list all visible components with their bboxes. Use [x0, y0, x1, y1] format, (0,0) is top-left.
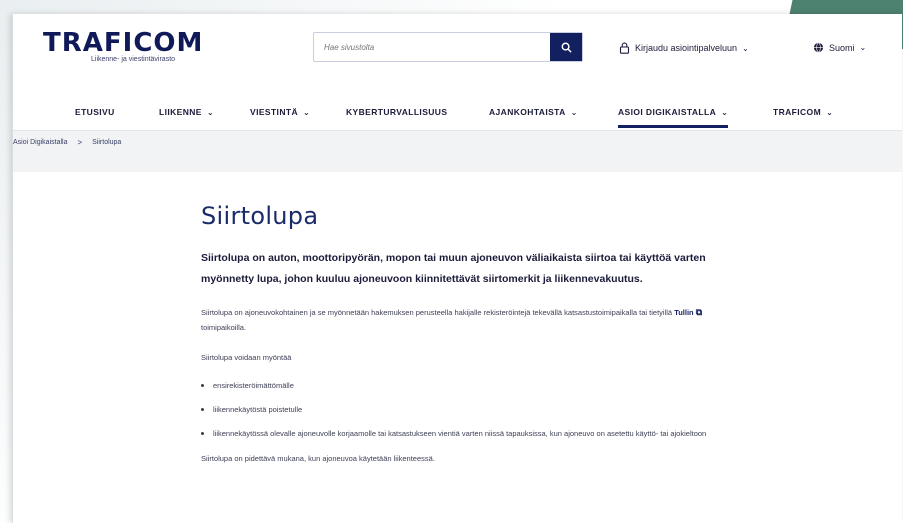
- search-box: [313, 32, 583, 62]
- list-item: ensirekisteröimättömälle: [201, 379, 721, 392]
- nav-item-asioi-digikaistalla[interactable]: ASIOI DIGIKAISTALLA ⌄: [618, 94, 729, 130]
- nav-item-viestinta[interactable]: VIESTINTÄ ⌄: [250, 94, 310, 130]
- screenshot-frame: TRAFICOM Liikenne- ja viestintävirasto H…: [0, 0, 903, 523]
- chevron-down-icon: ⌄: [570, 107, 578, 117]
- chevron-down-icon: ⌄: [303, 107, 311, 117]
- nav-item-label: TRAFICOM: [773, 107, 822, 117]
- paragraph-text: toimipaikoilla.: [201, 323, 247, 332]
- lead-paragraph: Siirtolupa on auton, moottoripyörän, mop…: [201, 252, 706, 285]
- globe-icon: [813, 42, 824, 53]
- search-input[interactable]: [314, 33, 550, 61]
- paragraph-intro: Siirtolupa on ajoneuvokohtainen ja se my…: [201, 305, 721, 335]
- nav-item-traficom[interactable]: TRAFICOM ⌄: [773, 94, 833, 130]
- nav-item-label: KYBERTURVALLISUUS: [346, 107, 448, 117]
- breadcrumb-band: [13, 154, 902, 172]
- list-item: liikennekäytössä olevalle ajoneuvolle ko…: [201, 427, 721, 440]
- nav-item-etusivu[interactable]: ETUSIVU: [75, 94, 115, 130]
- nav-item-label: LIIKENNE: [159, 107, 202, 117]
- chevron-down-icon: ⌄: [742, 43, 749, 53]
- language-label: Suomi: [829, 42, 855, 53]
- breadcrumb-separator: >: [77, 138, 83, 147]
- list-item: liikennekäytöstä poistetulle: [201, 403, 721, 416]
- nav-item-kyberturvallisuus[interactable]: KYBERTURVALLISUUS: [346, 94, 447, 130]
- nav-item-label: ASIOI DIGIKAISTALLA: [618, 107, 717, 117]
- traficom-logo[interactable]: TRAFICOM Liikenne- ja viestintävirasto: [43, 28, 203, 63]
- login-menu[interactable]: Kirjaudu asiointipalveluun ⌄: [619, 42, 749, 54]
- nav-item-label: ETUSIVU: [75, 107, 115, 117]
- breadcrumb-link-asioi-digikaistalla[interactable]: Asioi Digikaistalla: [13, 139, 67, 146]
- breadcrumb: Asioi Digikaistalla > Siirtolupa: [13, 130, 902, 154]
- logo-wordmark: TRAFICOM: [43, 28, 204, 58]
- language-menu[interactable]: Suomi ⌄: [813, 42, 866, 53]
- nav-item-liikenne[interactable]: LIIKENNE ⌄: [159, 94, 214, 130]
- search-button[interactable]: [550, 33, 582, 61]
- chevron-down-icon: ⌄: [721, 107, 729, 117]
- nav-item-ajankohtaista[interactable]: AJANKOHTAISTA ⌄: [489, 94, 578, 130]
- lock-icon: [619, 42, 630, 54]
- paragraph-text: Siirtolupa on ajoneuvokohtainen ja se my…: [201, 308, 673, 317]
- tulli-link[interactable]: Tullin: [674, 308, 693, 317]
- browser-page: TRAFICOM Liikenne- ja viestintävirasto H…: [12, 14, 902, 523]
- nav-item-label: VIESTINTÄ: [250, 107, 298, 117]
- page-title: Siirtolupa: [201, 202, 319, 230]
- login-label: Kirjaudu asiointipalveluun: [635, 43, 738, 53]
- search-icon: [561, 42, 572, 53]
- main-navigation: ETUSIVU LIIKENNE ⌄ VIESTINTÄ ⌄ KYBERTURV…: [13, 94, 902, 130]
- permit-conditions-list: ensirekisteröimättömälle liikennekäytöst…: [201, 379, 721, 440]
- chevron-down-icon: ⌄: [859, 43, 867, 52]
- chevron-down-icon: ⌄: [826, 107, 834, 117]
- site-header: TRAFICOM Liikenne- ja viestintävirasto H…: [13, 14, 902, 94]
- chevron-down-icon: ⌄: [206, 107, 214, 117]
- paragraph-list-intro: Siirtolupa voidaan myöntää: [201, 353, 292, 362]
- nav-item-label: AJANKOHTAISTA: [489, 107, 566, 117]
- external-link-icon: ⧉: [695, 307, 703, 317]
- paragraph-outro: Siirtolupa on pidettävä mukana, kun ajon…: [201, 454, 435, 463]
- breadcrumb-current: Siirtolupa: [92, 139, 122, 146]
- main-content: Siirtolupa Siirtolupa on auton, moottori…: [201, 202, 721, 466]
